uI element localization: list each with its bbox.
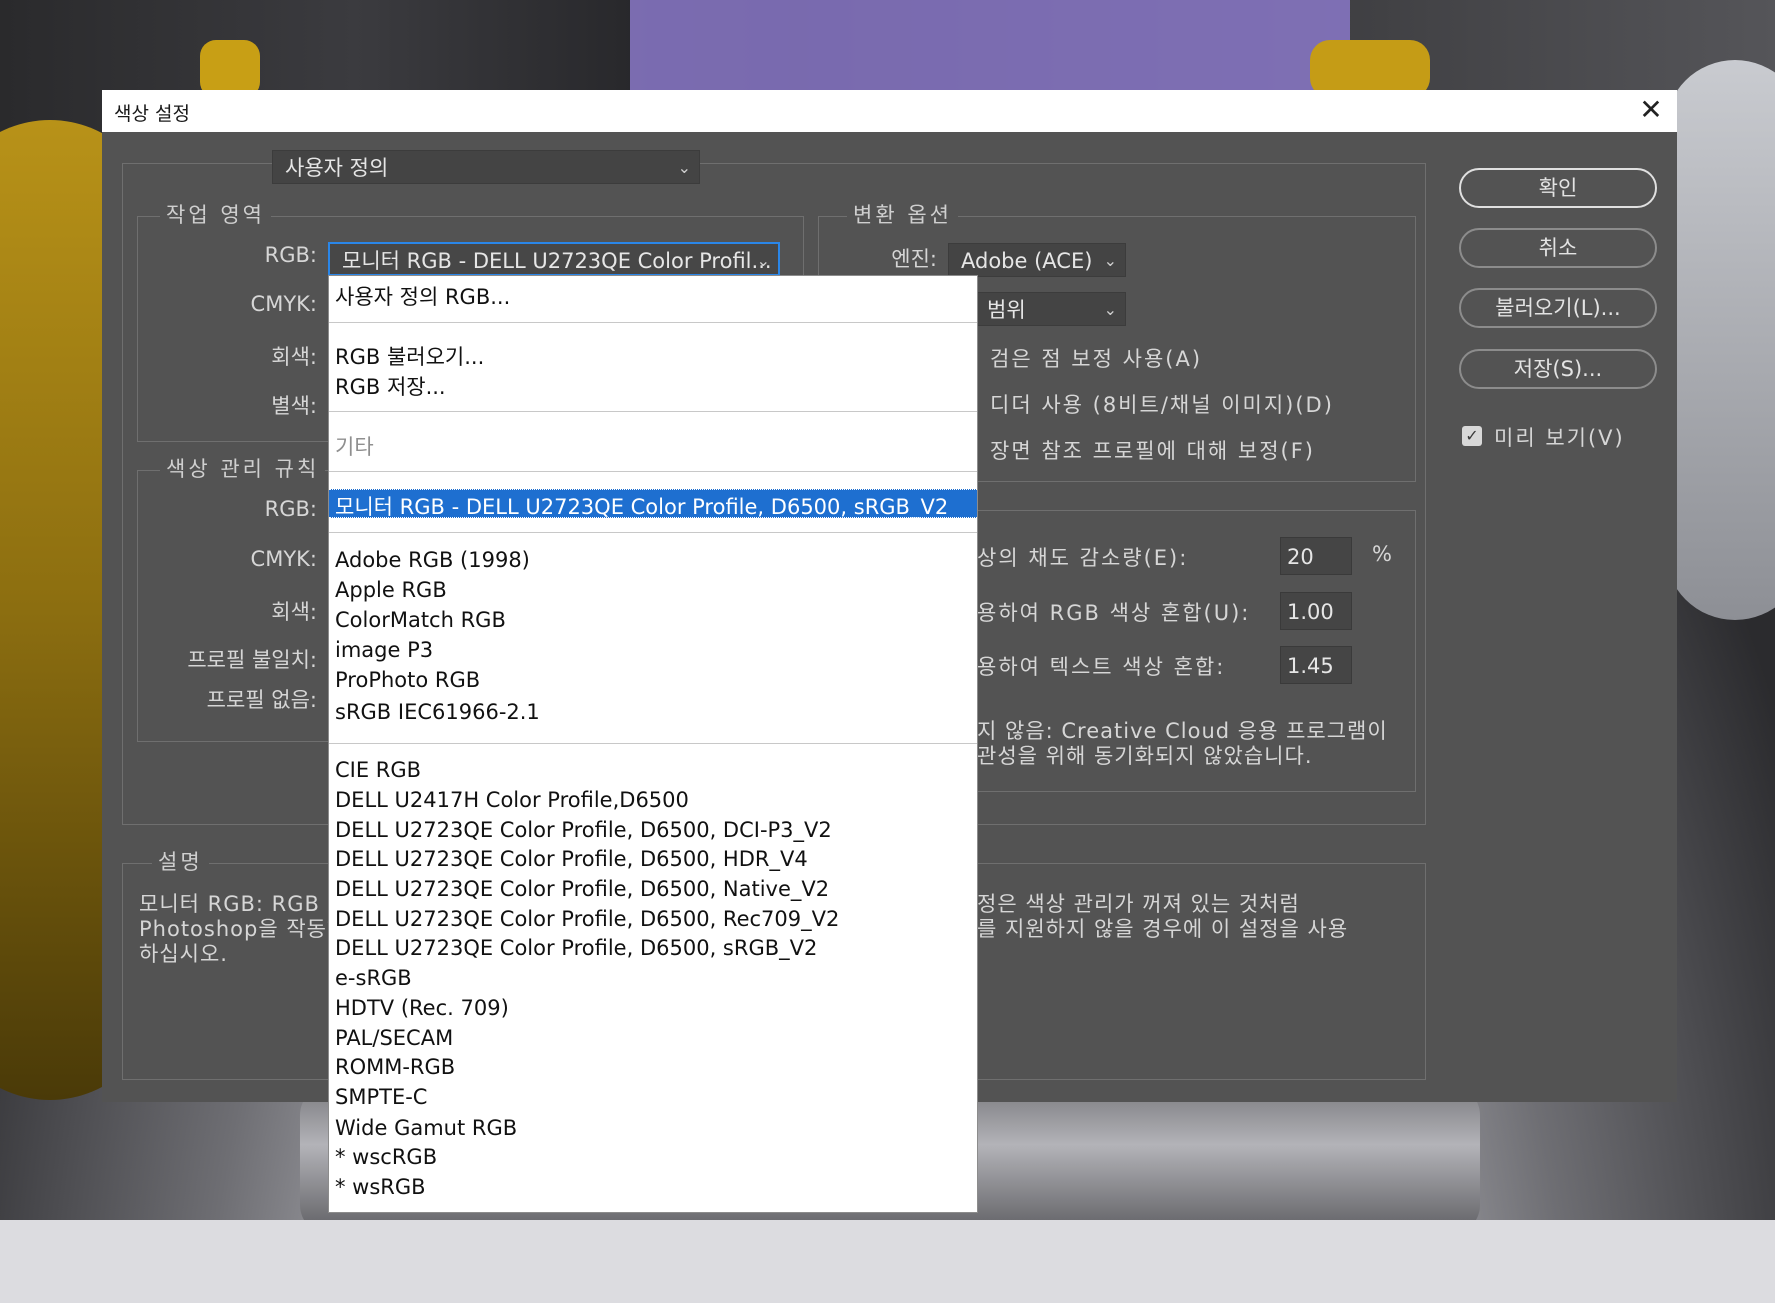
dropdown-item[interactable]: PAL/SECAM	[335, 1026, 453, 1050]
dropdown-item[interactable]: * wscRGB	[335, 1145, 437, 1169]
dropdown-item-load-rgb[interactable]: RGB 불러오기...	[335, 341, 484, 371]
dropdown-item[interactable]: ProPhoto RGB	[335, 668, 480, 692]
conversion-options-legend: 변환 옵션	[847, 199, 958, 229]
cancel-button[interactable]: 취소	[1459, 228, 1657, 268]
load-button[interactable]: 불러오기(L)...	[1459, 288, 1657, 328]
dropdown-item[interactable]: HDTV (Rec. 709)	[335, 996, 509, 1020]
dropdown-item[interactable]: ROMM-RGB	[335, 1055, 455, 1079]
dropdown-separator	[329, 411, 977, 412]
ws-rgb-value: 모니터 RGB - DELL U2723QE Color Profil...	[342, 249, 772, 273]
blend-rgb-gamma-input[interactable]: 1.00	[1280, 592, 1352, 630]
description-left-line3: 하십시오.	[139, 942, 228, 966]
dropdown-item-custom-rgb[interactable]: 사용자 정의 RGB...	[335, 281, 510, 311]
blend-text-label: 용하여 텍스트 색상 혼합:	[977, 655, 1226, 679]
chevron-down-icon: ⌄	[756, 251, 770, 270]
desaturate-input[interactable]: 20	[1280, 537, 1352, 575]
policy-cmyk-label: CMYK:	[250, 547, 317, 571]
engine-label: 엔진:	[891, 247, 937, 271]
sync-status-line2: 관성을 위해 동기화되지 않았습니다.	[977, 744, 1313, 768]
dropdown-item[interactable]: CIE RGB	[335, 758, 421, 782]
dropdown-separator	[329, 471, 977, 472]
floor	[0, 1220, 1775, 1303]
dropdown-item[interactable]: DELL U2723QE Color Profile, D6500, DCI-P…	[335, 818, 832, 842]
dropdown-item[interactable]: image P3	[335, 638, 433, 662]
description-right-line2: 를 지원하지 않을 경우에 이 설정을 사용	[977, 917, 1349, 941]
desaturate-label: 상의 채도 감소량(E):	[977, 546, 1189, 570]
dropdown-item[interactable]: Adobe RGB (1998)	[335, 548, 530, 572]
save-button[interactable]: 저장(S)...	[1459, 349, 1657, 389]
settings-value: 사용자 정의	[285, 156, 389, 180]
dropdown-item[interactable]: SMPTE-C	[335, 1085, 427, 1109]
dropdown-item[interactable]: Apple RGB	[335, 578, 447, 602]
dropdown-item[interactable]: DELL U2723QE Color Profile, D6500, Rec70…	[335, 907, 839, 931]
description-legend: 설명	[152, 846, 209, 876]
ws-cmyk-label: CMYK:	[250, 292, 317, 316]
policy-gray-label: 회색:	[271, 600, 317, 624]
dropdown-item[interactable]: DELL U2417H Color Profile,D6500	[335, 788, 689, 812]
blend-text-gamma-input[interactable]: 1.45	[1280, 646, 1352, 684]
dropdown-item[interactable]: * wsRGB	[335, 1175, 426, 1199]
settings-select[interactable]: 사용자 정의 ⌄	[272, 150, 700, 184]
black-point-compensation-checkbox[interactable]: 검은 점 보정 사용(A)	[990, 343, 1202, 373]
percent-label: %	[1372, 542, 1392, 566]
dropdown-item[interactable]: Wide Gamut RGB	[335, 1116, 517, 1140]
dropdown-item[interactable]: DELL U2723QE Color Profile, D6500, Nativ…	[335, 877, 829, 901]
profile-mismatch-label: 프로필 불일치:	[187, 648, 317, 672]
dropdown-item[interactable]: e-sRGB	[335, 966, 412, 990]
dropdown-item-selected[interactable]: 모니터 RGB - DELL U2723QE Color Profile, D6…	[329, 489, 977, 519]
ws-rgb-label: RGB:	[264, 243, 317, 267]
policy-rgb-label: RGB:	[264, 497, 317, 521]
dropdown-item[interactable]: DELL U2723QE Color Profile, D6500, HDR_V…	[335, 847, 808, 871]
dropdown-selected-label: 모니터 RGB - DELL U2723QE Color Profile, D6…	[335, 495, 949, 519]
engine-value: Adobe (ACE)	[961, 249, 1093, 273]
preview-checkbox[interactable]: ✓	[1462, 426, 1482, 446]
dropdown-item-other: 기타	[335, 435, 374, 459]
dialog-title: 색상 설정	[114, 103, 190, 125]
chevron-down-icon: ⌄	[1103, 300, 1117, 319]
dropdown-item-save-rgb[interactable]: RGB 저장...	[335, 371, 446, 401]
rgb-dropdown-list[interactable]: 사용자 정의 RGB... RGB 불러오기... RGB 저장... 기타 모…	[328, 275, 978, 1213]
engine-select[interactable]: Adobe (ACE) ⌄	[948, 243, 1126, 277]
dropdown-separator	[329, 532, 977, 533]
dither-checkbox[interactable]: 디더 사용 (8비트/채널 이미지)(D)	[990, 389, 1334, 419]
blend-rgb-label: 용하여 RGB 색상 혼합(U):	[977, 601, 1251, 625]
chevron-down-icon: ⌄	[677, 158, 691, 177]
car-body-right	[1665, 60, 1775, 620]
close-icon[interactable]: ✕	[1635, 94, 1667, 126]
dropdown-item[interactable]: DELL U2723QE Color Profile, D6500, sRGB_…	[335, 936, 817, 960]
dropdown-separator	[329, 743, 977, 744]
ok-button[interactable]: 확인	[1459, 168, 1657, 208]
dropdown-item[interactable]: ColorMatch RGB	[335, 608, 506, 632]
policies-legend: 색상 관리 규칙	[160, 453, 326, 483]
profile-missing-label: 프로필 없음:	[206, 688, 317, 712]
working-spaces-legend: 작업 영역	[160, 199, 271, 229]
scene-referred-checkbox[interactable]: 장면 참조 프로필에 대해 보정(F)	[990, 435, 1315, 465]
preview-label[interactable]: 미리 보기(V)	[1494, 422, 1625, 452]
stage-light	[630, 0, 1350, 90]
dropdown-separator	[329, 322, 977, 323]
chevron-down-icon: ⌄	[1103, 251, 1117, 270]
ws-spot-label: 별색:	[271, 394, 317, 418]
title-bar: 색상 설정 ✕	[102, 90, 1677, 132]
ws-gray-label: 회색:	[271, 345, 317, 369]
dropdown-item[interactable]: sRGB IEC61966-2.1	[335, 700, 540, 724]
ws-rgb-select[interactable]: 모니터 RGB - DELL U2723QE Color Profil... ⌄	[328, 242, 780, 276]
